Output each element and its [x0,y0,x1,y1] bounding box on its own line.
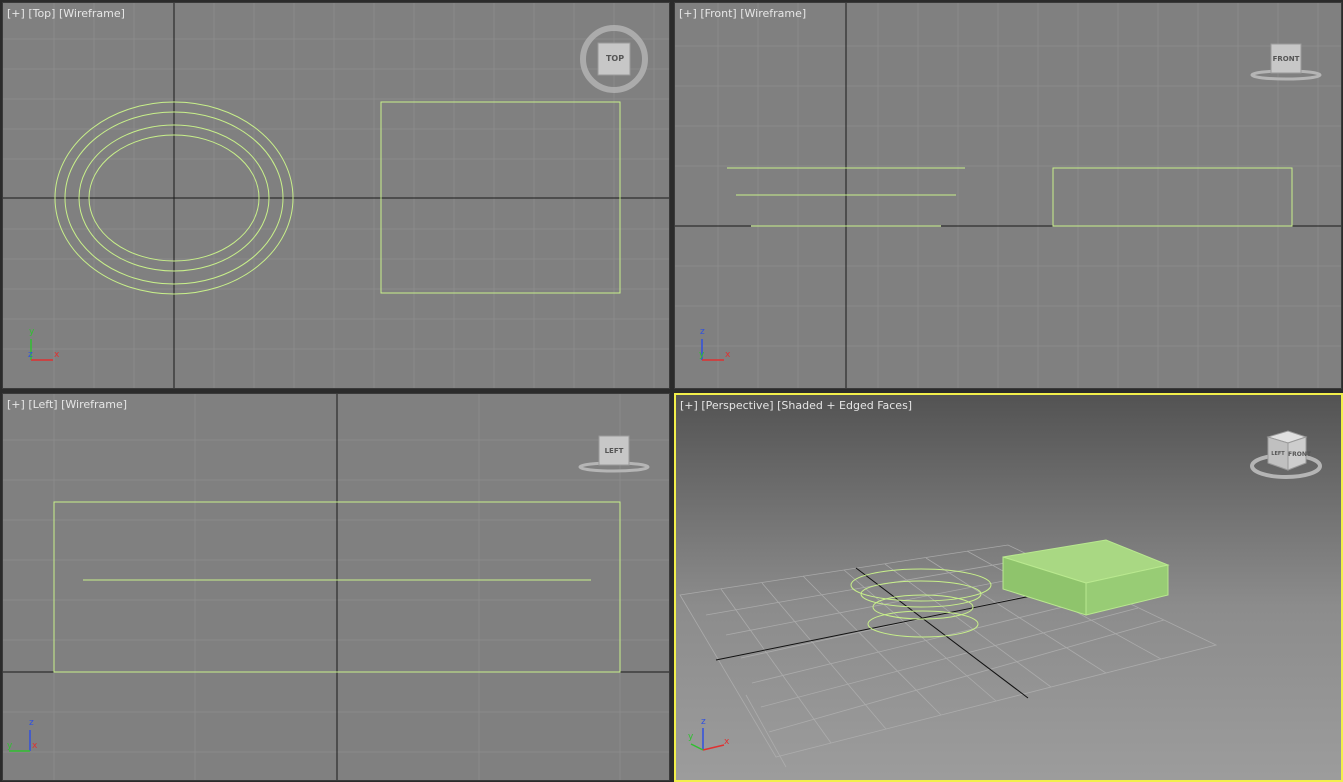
axis-label-z: z [700,327,705,337]
view-type-label[interactable]: [Left] [28,398,57,411]
axis-tripod [690,728,725,751]
grid [3,3,669,388]
box-object-wire[interactable] [1052,167,1293,227]
view-type-label[interactable]: [Front] [700,7,736,20]
viewport-front-canvas[interactable] [675,3,1342,389]
viewcube-top-label: TOP [605,54,625,63]
viewport-perspective-canvas[interactable] [676,395,1341,780]
home-grid-axes [3,3,669,388]
axis-label-y: y [688,732,694,742]
viewport-top[interactable]: [+] [Top] [Wireframe] TOP y z x [2,2,670,389]
axis-label-y: y [699,350,705,360]
viewport-left[interactable]: [+] [Left] [Wireframe] LEFT z x y [2,393,670,781]
axis-label-z: z [29,718,34,728]
viewport-perspective[interactable]: [+] [Perspective] [Shaded + Edged Faces]… [674,393,1343,782]
shading-mode-label[interactable]: [Shaded + Edged Faces] [777,399,912,412]
home-grid-axes [3,394,669,780]
shading-mode-label[interactable]: [Wireframe] [59,7,125,20]
grid [675,3,1341,388]
home-grid-axes [675,3,1341,388]
axis-label-z: z [28,350,33,360]
axis-label-y: y [7,741,13,751]
axis-tripod [701,339,724,361]
viewport-label: [+] [Perspective] [Shaded + Edged Faces] [680,399,912,412]
viewport-top-canvas[interactable] [3,3,670,389]
viewcube-persp-front-label: FRONT [1288,451,1311,458]
axis-label-y: y [29,327,35,337]
viewport-label: [+] [Front] [Wireframe] [679,7,806,20]
view-type-label[interactable]: [Top] [28,7,55,20]
axis-label-x: x [725,350,731,360]
viewport-menu-button[interactable]: [+] [679,7,697,20]
viewcube-left-label: LEFT [604,447,624,455]
shading-mode-label[interactable]: [Wireframe] [61,398,127,411]
axis-label-z: z [701,717,706,727]
viewcube-persp-left-label: LEFT [1271,451,1285,457]
viewcube-front-label: FRONT [1272,55,1300,63]
viewport-menu-button[interactable]: [+] [680,399,698,412]
axis-label-x: x [724,737,730,747]
viewport-left-canvas[interactable] [3,394,670,781]
axis-label-x: x [54,350,60,360]
shading-mode-label[interactable]: [Wireframe] [740,7,806,20]
home-grid-axes [715,567,1037,699]
viewport-menu-button[interactable]: [+] [7,7,25,20]
viewport-label: [+] [Left] [Wireframe] [7,398,127,411]
axis-label-x: x [32,741,38,751]
viewport-menu-button[interactable]: [+] [7,398,25,411]
box-object[interactable] [1002,539,1170,616]
viewport-label: [+] [Top] [Wireframe] [7,7,125,20]
view-type-label[interactable]: [Perspective] [701,399,773,412]
viewport-front[interactable]: [+] [Front] [Wireframe] FRONT z y x [674,2,1342,389]
